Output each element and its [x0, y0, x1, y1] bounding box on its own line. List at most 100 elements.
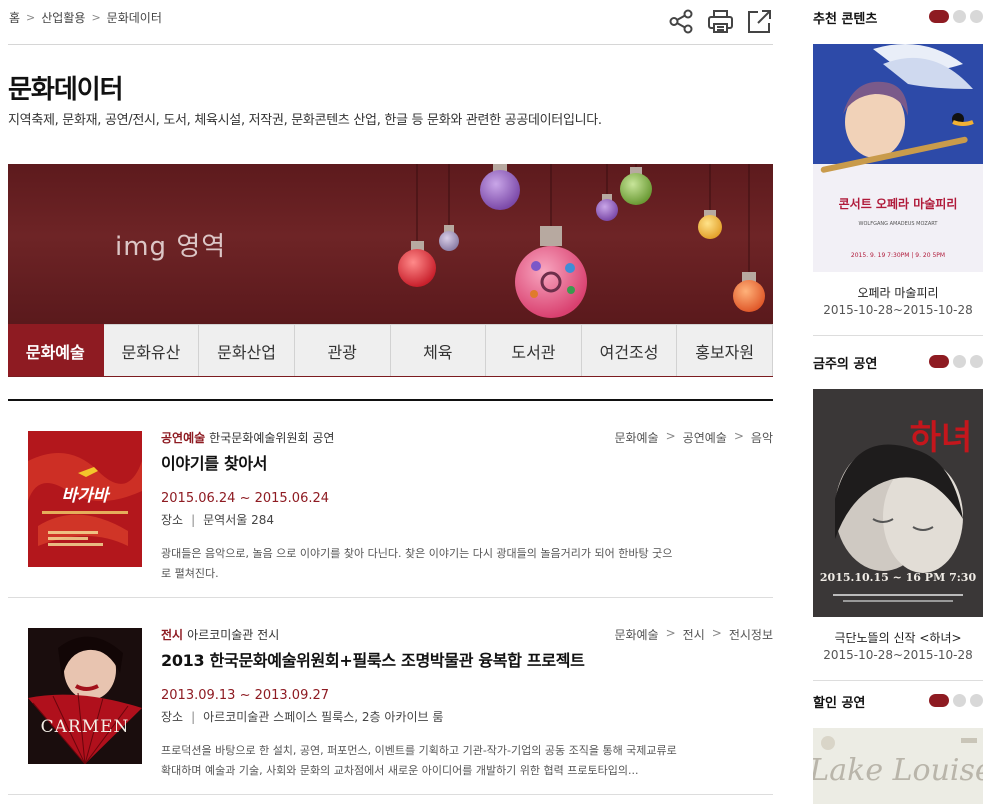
item-path: 문화예술 > 전시 > 전시정보 — [614, 626, 773, 643]
poster-date: 2015.10.15 ~ 16 PM 7:30 — [820, 571, 977, 584]
sidebar-header: 금주의 공연 — [813, 345, 983, 372]
item-place: 장소 | 아르코미술관 스페이스 필룩스, 2층 아카이브 룸 — [161, 708, 773, 725]
item-date: 2015.06.24 ~ 2015.06.24 — [161, 491, 330, 506]
tab-sports[interactable]: 체육 — [390, 324, 487, 376]
main-content: 홈 > 산업활용 > 문화데이터 문화데이터 지역축제, 문화재, 공연/전시,… — [8, 0, 773, 795]
sidebar-caption[interactable]: 극단노뜰의 신작 <하녀> — [813, 629, 983, 646]
tab-cultural-heritage[interactable]: 문화유산 — [103, 324, 200, 376]
poster-title: 콘서트 오페라 마술피리 — [839, 196, 958, 211]
breadcrumb-home[interactable]: 홈 — [9, 9, 20, 26]
page-tools — [668, 8, 773, 35]
data-list: 바가바 공연예술 한국문화예술위원회 공연 문화예술 > 공연예술 > 음악 이야기를… — [8, 399, 773, 795]
carousel-dots — [929, 10, 983, 23]
item-body: 공연예술 한국문화예술위원회 공연 문화예술 > 공연예술 > 음악 이야기를 찾아서… — [161, 429, 773, 584]
poster-title: 바가바 — [62, 486, 111, 506]
item-category: 전시 — [161, 628, 184, 642]
item-title[interactable]: 2013 한국문화예술위원회+필룩스 조명박물관 융복합 프로젝트 — [161, 647, 773, 671]
path-segment[interactable]: 전시 — [683, 626, 705, 643]
place-value: 문역서울 284 — [203, 513, 275, 527]
path-segment[interactable]: 문화예술 — [614, 626, 658, 643]
list-item[interactable]: CARMEN 전시 아르코미술관 전시 문화예술 > 전시 > 전시정보 2013 한… — [8, 598, 773, 795]
sidebar-discount: 할인 공연 — [813, 684, 983, 711]
tab-promotion-resources[interactable]: 홍보자원 — [677, 324, 773, 376]
breadcrumb-level1[interactable]: 산업활용 — [41, 9, 85, 26]
item-path: 문화예술 > 공연예술 > 음악 — [614, 429, 773, 446]
carousel-dots — [929, 694, 983, 707]
item-category: 공연예술 — [161, 431, 206, 445]
item-body: 전시 아르코미술관 전시 문화예술 > 전시 > 전시정보 2013 한국문화예술위원… — [161, 626, 773, 781]
poster-thumbnail[interactable]: 바가바 — [28, 431, 142, 567]
tab-tourism[interactable]: 관광 — [294, 324, 391, 376]
poster-title: Lake Louise — [813, 753, 983, 788]
item-date: 2013.09.13 ~ 2013.09.27 — [161, 688, 330, 703]
carousel-dot-active[interactable] — [929, 355, 949, 368]
item-org: 한국문화예술위원회 공연 — [209, 431, 335, 445]
path-segment[interactable]: 공연예술 — [683, 429, 727, 446]
tab-culture-arts[interactable]: 문화예술 — [8, 324, 104, 376]
item-place: 장소 | 문역서울 284 — [161, 511, 773, 528]
carousel-dot[interactable] — [953, 355, 966, 368]
item-description: 광대들은 음악으로, 놀음 으로 이야기를 찾아 다닌다. 찾은 이야기는 다시… — [161, 547, 673, 580]
divider: | — [191, 513, 196, 527]
carousel-dot[interactable] — [970, 355, 983, 368]
page-description: 지역축제, 문화재, 공연/전시, 도서, 체육시설, 저작권, 문화콘텐츠 산… — [8, 113, 602, 128]
path-segment[interactable]: 문화예술 — [614, 429, 658, 446]
sidebar-poster[interactable]: 콘서트 오페라 마술피리 WOLFGANG AMADEUS MOZART 201… — [813, 44, 983, 272]
breadcrumb-bar: 홈 > 산업활용 > 문화데이터 — [8, 0, 773, 45]
carousel-dot[interactable] — [953, 10, 966, 23]
category-tabs: 문화예술 문화유산 문화산업 관광 체육 도서관 여건조성 홍보자원 — [8, 324, 773, 377]
item-description: 프로덕션을 바탕으로 한 설치, 공연, 퍼포먼스, 이벤트를 기획하고 기관-… — [161, 744, 677, 777]
sidebar-title: 금주의 공연 — [813, 357, 878, 372]
sidebar-poster[interactable]: 하녀 2015.10.15 ~ 16 PM 7:30 — [813, 389, 983, 617]
sidebar-recommended: 추천 콘텐츠 — [813, 0, 983, 27]
sidebar-date: 2015-10-28~2015-10-28 — [823, 303, 973, 317]
carousel-dot-active[interactable] — [929, 10, 949, 23]
item-org: 아르코미술관 전시 — [187, 628, 280, 642]
carousel-dot[interactable] — [970, 694, 983, 707]
divider: | — [191, 710, 196, 724]
poster-subtitle: WOLFGANG AMADEUS MOZART — [859, 221, 939, 227]
carousel-dots — [929, 355, 983, 368]
tab-library[interactable]: 도서관 — [486, 324, 582, 376]
sidebar-date: 2015-10-28~2015-10-28 — [823, 648, 973, 662]
divider — [813, 335, 983, 336]
page-title: 문화데이터 — [8, 75, 124, 105]
poster-thumbnail[interactable]: CARMEN — [28, 628, 142, 764]
list-item[interactable]: 바가바 공연예술 한국문화예술위원회 공연 문화예술 > 공연예술 > 음악 이야기를… — [8, 401, 773, 598]
item-title[interactable]: 이야기를 찾아서 — [161, 450, 773, 474]
print-icon[interactable] — [707, 8, 734, 35]
divider — [813, 680, 983, 681]
chevron-right-icon: > — [665, 626, 676, 640]
sidebar-title: 할인 공연 — [813, 696, 866, 711]
sidebar-header: 추천 콘텐츠 — [813, 0, 983, 27]
sidebar-poster[interactable]: Lake Louise — [813, 728, 983, 804]
sidebar-this-week: 금주의 공연 — [813, 345, 983, 372]
breadcrumb: 홈 > 산업활용 > 문화데이터 — [9, 9, 162, 26]
chevron-right-icon: > — [26, 11, 36, 24]
sidebar-header: 할인 공연 — [813, 684, 983, 711]
poster-date: 2015. 9. 19 7:30PM | 9. 20 5PM — [851, 252, 945, 259]
chevron-right-icon: > — [733, 429, 744, 443]
carousel-dot-active[interactable] — [929, 694, 949, 707]
path-segment[interactable]: 전시정보 — [729, 626, 773, 643]
place-label: 장소 — [161, 710, 184, 724]
poster-title: CARMEN — [41, 717, 130, 737]
tab-infrastructure[interactable]: 여건조성 — [581, 324, 678, 376]
chevron-right-icon: > — [711, 626, 722, 640]
tab-culture-industry[interactable]: 문화산업 — [199, 324, 295, 376]
sidebar-caption[interactable]: 오페라 마술피리 — [813, 284, 983, 301]
chevron-right-icon: > — [91, 11, 101, 24]
place-value: 아르코미술관 스페이스 필룩스, 2층 아카이브 룸 — [203, 710, 444, 724]
breadcrumb-level2[interactable]: 문화데이터 — [107, 9, 162, 26]
path-segment[interactable]: 음악 — [751, 429, 773, 446]
sidebar-title: 추천 콘텐츠 — [813, 12, 878, 27]
place-label: 장소 — [161, 513, 184, 527]
open-external-icon[interactable] — [746, 8, 773, 35]
banner-text: img 영역 — [115, 232, 227, 262]
share-icon[interactable] — [668, 8, 695, 35]
chevron-right-icon: > — [665, 429, 676, 443]
poster-title: 하녀 — [910, 418, 973, 458]
carousel-dot[interactable] — [953, 694, 966, 707]
carousel-dot[interactable] — [970, 10, 983, 23]
banner-image: img 영역 — [8, 164, 773, 324]
